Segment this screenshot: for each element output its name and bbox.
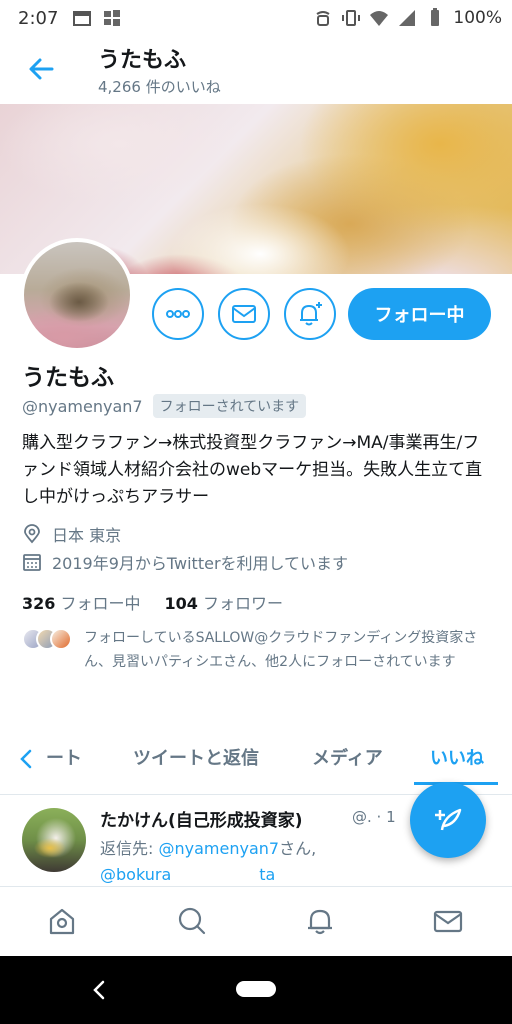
system-navigation-bar xyxy=(0,956,512,1024)
joined-row: 2019年9月からTwitterを利用しています xyxy=(22,550,348,574)
reply-mid: さん, xyxy=(279,839,317,858)
nfc-icon xyxy=(316,11,330,26)
profile-tabs: ート ツイートと返信 メディア いいね xyxy=(0,731,512,785)
handle-row: @nyamenyan7 フォローされています xyxy=(22,394,307,418)
tab-likes[interactable]: いいね xyxy=(430,744,484,770)
profile-handle: @nyamenyan7 xyxy=(22,396,143,416)
follow-counts: 326 フォロー中 104 フォロワー xyxy=(22,590,283,614)
joined-text: 2019年9月からTwitterを利用しています xyxy=(52,554,349,573)
notifications-button[interactable] xyxy=(284,288,336,340)
calendar-icon xyxy=(73,11,92,26)
page-title: うたもふ xyxy=(98,48,187,73)
notifications-icon[interactable] xyxy=(304,905,336,937)
following-count: 326 xyxy=(22,594,56,613)
vibrate-icon xyxy=(342,10,361,26)
profile-name: うたもふ xyxy=(22,365,114,391)
profile-bio: 購入型クラファン→株式投資型クラファン→MA/事業再生/ファンド領域人材紹介会社… xyxy=(22,433,483,507)
followers-count: 104 xyxy=(164,594,198,613)
wifi-icon xyxy=(370,11,389,26)
location-text: 日本 東京 xyxy=(52,526,122,545)
following-label: フォロー中 xyxy=(60,594,141,613)
more-options-button[interactable] xyxy=(152,288,204,340)
status-time: 2:07 xyxy=(18,7,59,29)
message-button[interactable] xyxy=(218,288,270,340)
bell-plus-icon xyxy=(300,302,322,326)
following-button[interactable]: フォロー中 xyxy=(348,288,491,340)
chevron-left-icon[interactable] xyxy=(18,748,34,770)
search-icon[interactable] xyxy=(176,905,208,937)
tab-media[interactable]: メディア xyxy=(312,744,383,770)
mutual-avatar xyxy=(50,628,72,650)
bottom-navigation xyxy=(0,886,512,956)
compose-tweet-button[interactable] xyxy=(410,782,486,858)
reply-mention-1[interactable]: @nyamenyan7 xyxy=(158,839,279,858)
back-arrow-icon[interactable] xyxy=(26,54,56,84)
follows-you-badge: フォローされています xyxy=(152,394,307,418)
location-pin-icon xyxy=(24,524,40,544)
followers-count-link[interactable]: 104 フォロワー xyxy=(165,590,284,614)
status-bar: 2:07 100% xyxy=(0,0,512,36)
following-count-link[interactable]: 326 フォロー中 xyxy=(22,590,141,614)
messages-icon[interactable] xyxy=(432,905,464,937)
followed-by-row[interactable]: フォローしているSALLOW@クラウドファンディング投資家さん、見習いパティシエ… xyxy=(22,626,494,674)
tab-tweets[interactable]: ート xyxy=(46,744,82,770)
tweet-author-name[interactable]: たかけん(自己形成投資家) xyxy=(100,806,303,831)
likes-count-subtitle: 4,266 件のいいね xyxy=(98,78,221,96)
followers-label: フォロワー xyxy=(203,594,284,613)
battery-icon xyxy=(431,8,440,26)
home-icon[interactable] xyxy=(46,905,78,937)
tab-tweets-and-replies[interactable]: ツイートと返信 xyxy=(133,744,259,770)
location-row: 日本 東京 xyxy=(22,522,121,546)
reply-mention-2[interactable]: @bokura xyxy=(100,865,171,884)
profile-avatar[interactable] xyxy=(20,238,134,352)
tweet-author-avatar[interactable] xyxy=(22,808,86,872)
windows-icon xyxy=(104,10,121,26)
mutual-avatars xyxy=(22,628,76,652)
envelope-icon xyxy=(232,305,256,323)
more-dots-icon xyxy=(166,310,190,318)
feather-plus-icon xyxy=(435,808,462,831)
reply-mention-2-trail[interactable]: ta xyxy=(259,865,275,884)
signal-icon xyxy=(399,10,416,26)
tweet-author-handle: @. · 1 xyxy=(352,808,396,826)
app-bar: うたもふ 4,266 件のいいね xyxy=(0,36,512,102)
system-home-pill[interactable] xyxy=(236,981,276,997)
reply-prefix: 返信先: xyxy=(100,839,159,858)
battery-percent: 100% xyxy=(453,8,502,28)
system-back-icon[interactable] xyxy=(90,978,108,1002)
calendar-icon xyxy=(23,554,41,571)
followed-by-text: フォローしているSALLOW@クラウドファンディング投資家さん、見習いパティシエ… xyxy=(84,630,478,670)
